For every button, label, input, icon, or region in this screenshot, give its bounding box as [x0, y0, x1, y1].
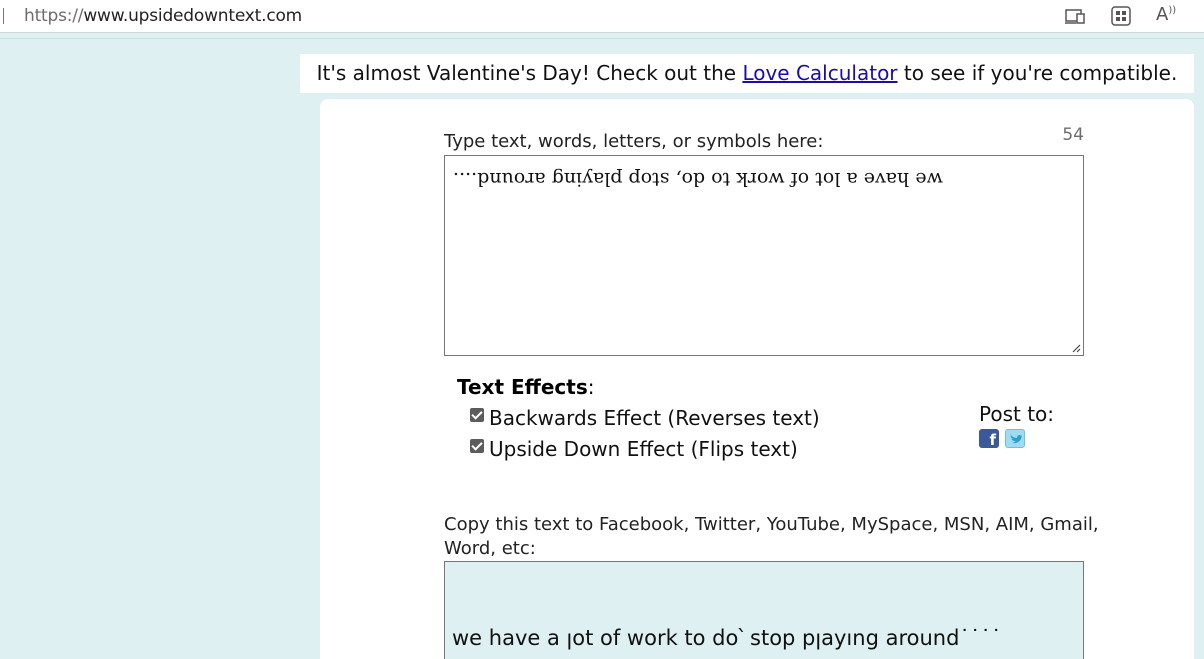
read-aloud-icon[interactable]: A)): [1156, 4, 1176, 25]
read-aloud-label: A: [1156, 4, 1169, 25]
input-label: Type text, words, letters, or symbols he…: [444, 131, 824, 152]
facebook-icon[interactable]: f: [979, 429, 999, 448]
post-to-label: Post to:: [979, 402, 1055, 426]
text-effects-title: Text Effects: [457, 375, 588, 399]
backwards-effect-option[interactable]: Backwards Effect (Reverses text): [470, 406, 820, 430]
text-input-area[interactable]: we have a lot of work to do, stop playin…: [444, 155, 1084, 356]
upside-down-effect-option[interactable]: Upside Down Effect (Flips text): [470, 437, 798, 461]
banner-suffix: to see if you're compatible.: [897, 61, 1178, 85]
address-bar-edge: [0, 8, 4, 24]
input-text: we have a lot of work to do, stop playin…: [453, 168, 943, 190]
url-scheme: https://: [24, 6, 84, 26]
resize-grip-icon[interactable]: [1071, 343, 1081, 353]
url-field[interactable]: https://www.upsidedowntext.com: [24, 6, 302, 26]
header-divider: [0, 38, 1204, 39]
love-calculator-link[interactable]: Love Calculator: [742, 61, 897, 85]
char-count: 54: [1062, 125, 1084, 145]
main-panel: Type text, words, letters, or symbols he…: [320, 99, 1194, 659]
backwards-effect-label: Backwards Effect (Reverses text): [489, 406, 820, 430]
backwards-effect-checkbox[interactable]: [470, 408, 484, 422]
url-host: www.upsidedowntext.com: [83, 6, 303, 26]
promo-banner: It's almost Valentine's Day! Check out t…: [300, 54, 1194, 93]
text-effects-colon: :: [587, 375, 595, 399]
copy-label: Copy this text to Facebook, Twitter, You…: [444, 514, 1099, 559]
output-text: we have a ןot of work to do՝ stop pןayın…: [452, 626, 1002, 650]
device-icon[interactable]: [1064, 6, 1086, 26]
text-effects-heading: Text Effects:: [457, 375, 594, 399]
output-text-area[interactable]: we have a ןot of work to do՝ stop pןayın…: [444, 561, 1084, 659]
upside-down-effect-label: Upside Down Effect (Flips text): [489, 437, 798, 461]
banner-prefix: It's almost Valentine's Day! Check out t…: [316, 61, 743, 85]
apps-icon[interactable]: [1110, 6, 1132, 26]
upside-down-effect-checkbox[interactable]: [470, 439, 484, 453]
twitter-icon[interactable]: [1005, 429, 1025, 448]
browser-address-bar: https://www.upsidedowntext.com A)): [0, 0, 1204, 33]
